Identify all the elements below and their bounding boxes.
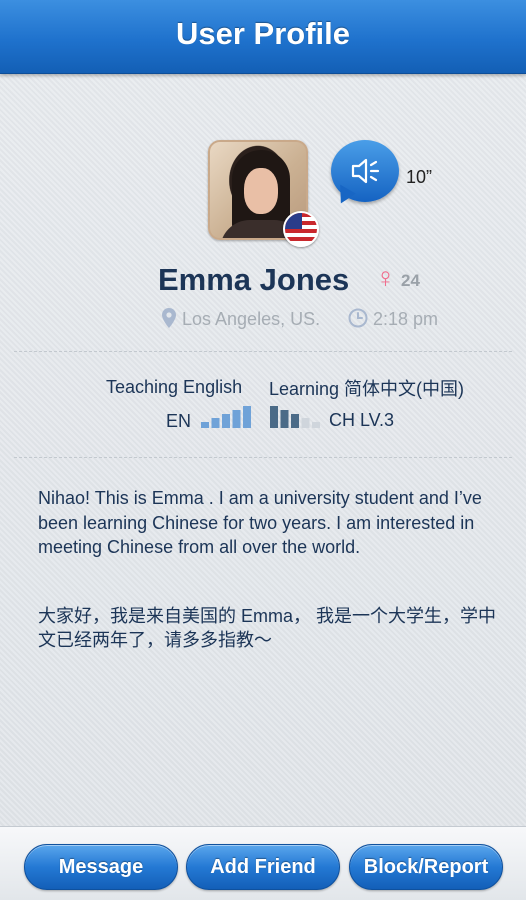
female-icon: ♀ [375, 262, 396, 293]
user-age: 24 [401, 271, 420, 290]
page-title: User Profile [175, 16, 350, 51]
level-bar [291, 414, 299, 428]
bio-english: Nihao! This is Emma . I am a university … [38, 488, 482, 557]
teaching-language-code: EN [166, 411, 192, 431]
clock-icon [348, 308, 368, 328]
divider [14, 351, 512, 352]
voice-duration: 10” [406, 167, 433, 187]
profile-page: User Profile 10” Emma Jones ♀ 24 Los Ang… [0, 0, 526, 900]
user-location: Los Angeles, US. [182, 309, 321, 329]
level-bar [301, 418, 310, 428]
voice-intro-button[interactable] [331, 140, 399, 202]
teaching-language-label: Teaching English [106, 377, 243, 397]
location-pin-icon [162, 308, 176, 328]
level-bar [243, 406, 251, 428]
level-bar [270, 406, 278, 428]
level-bar [232, 410, 241, 428]
user-name: Emma Jones [158, 262, 350, 297]
divider [14, 457, 512, 458]
block-report-button[interactable]: Block/Report [349, 844, 503, 890]
action-bar: Message Add Friend Block/Report [0, 826, 526, 900]
learning-level-bars [270, 406, 320, 428]
user-local-time: 2:18 pm [373, 309, 439, 329]
speaker-icon [351, 158, 380, 184]
us-flag-icon [283, 211, 319, 247]
level-bar [222, 414, 230, 428]
learning-language-label: Learning 简体中文(中国) [269, 379, 465, 399]
level-bar [211, 418, 220, 428]
level-bar [280, 410, 289, 428]
bio-chinese: 大家好，我是来自美国的 Emma， 我是一个大学生，学中文已经两年了，请多多指教… [38, 606, 497, 650]
header-bar: User Profile [0, 0, 526, 74]
teaching-level-bars [201, 406, 251, 428]
level-bar [201, 422, 209, 428]
learning-level-text: CH LV.3 [329, 410, 395, 430]
message-button[interactable]: Message [24, 844, 178, 890]
level-bar [312, 422, 320, 428]
add-friend-button[interactable]: Add Friend [186, 844, 340, 890]
